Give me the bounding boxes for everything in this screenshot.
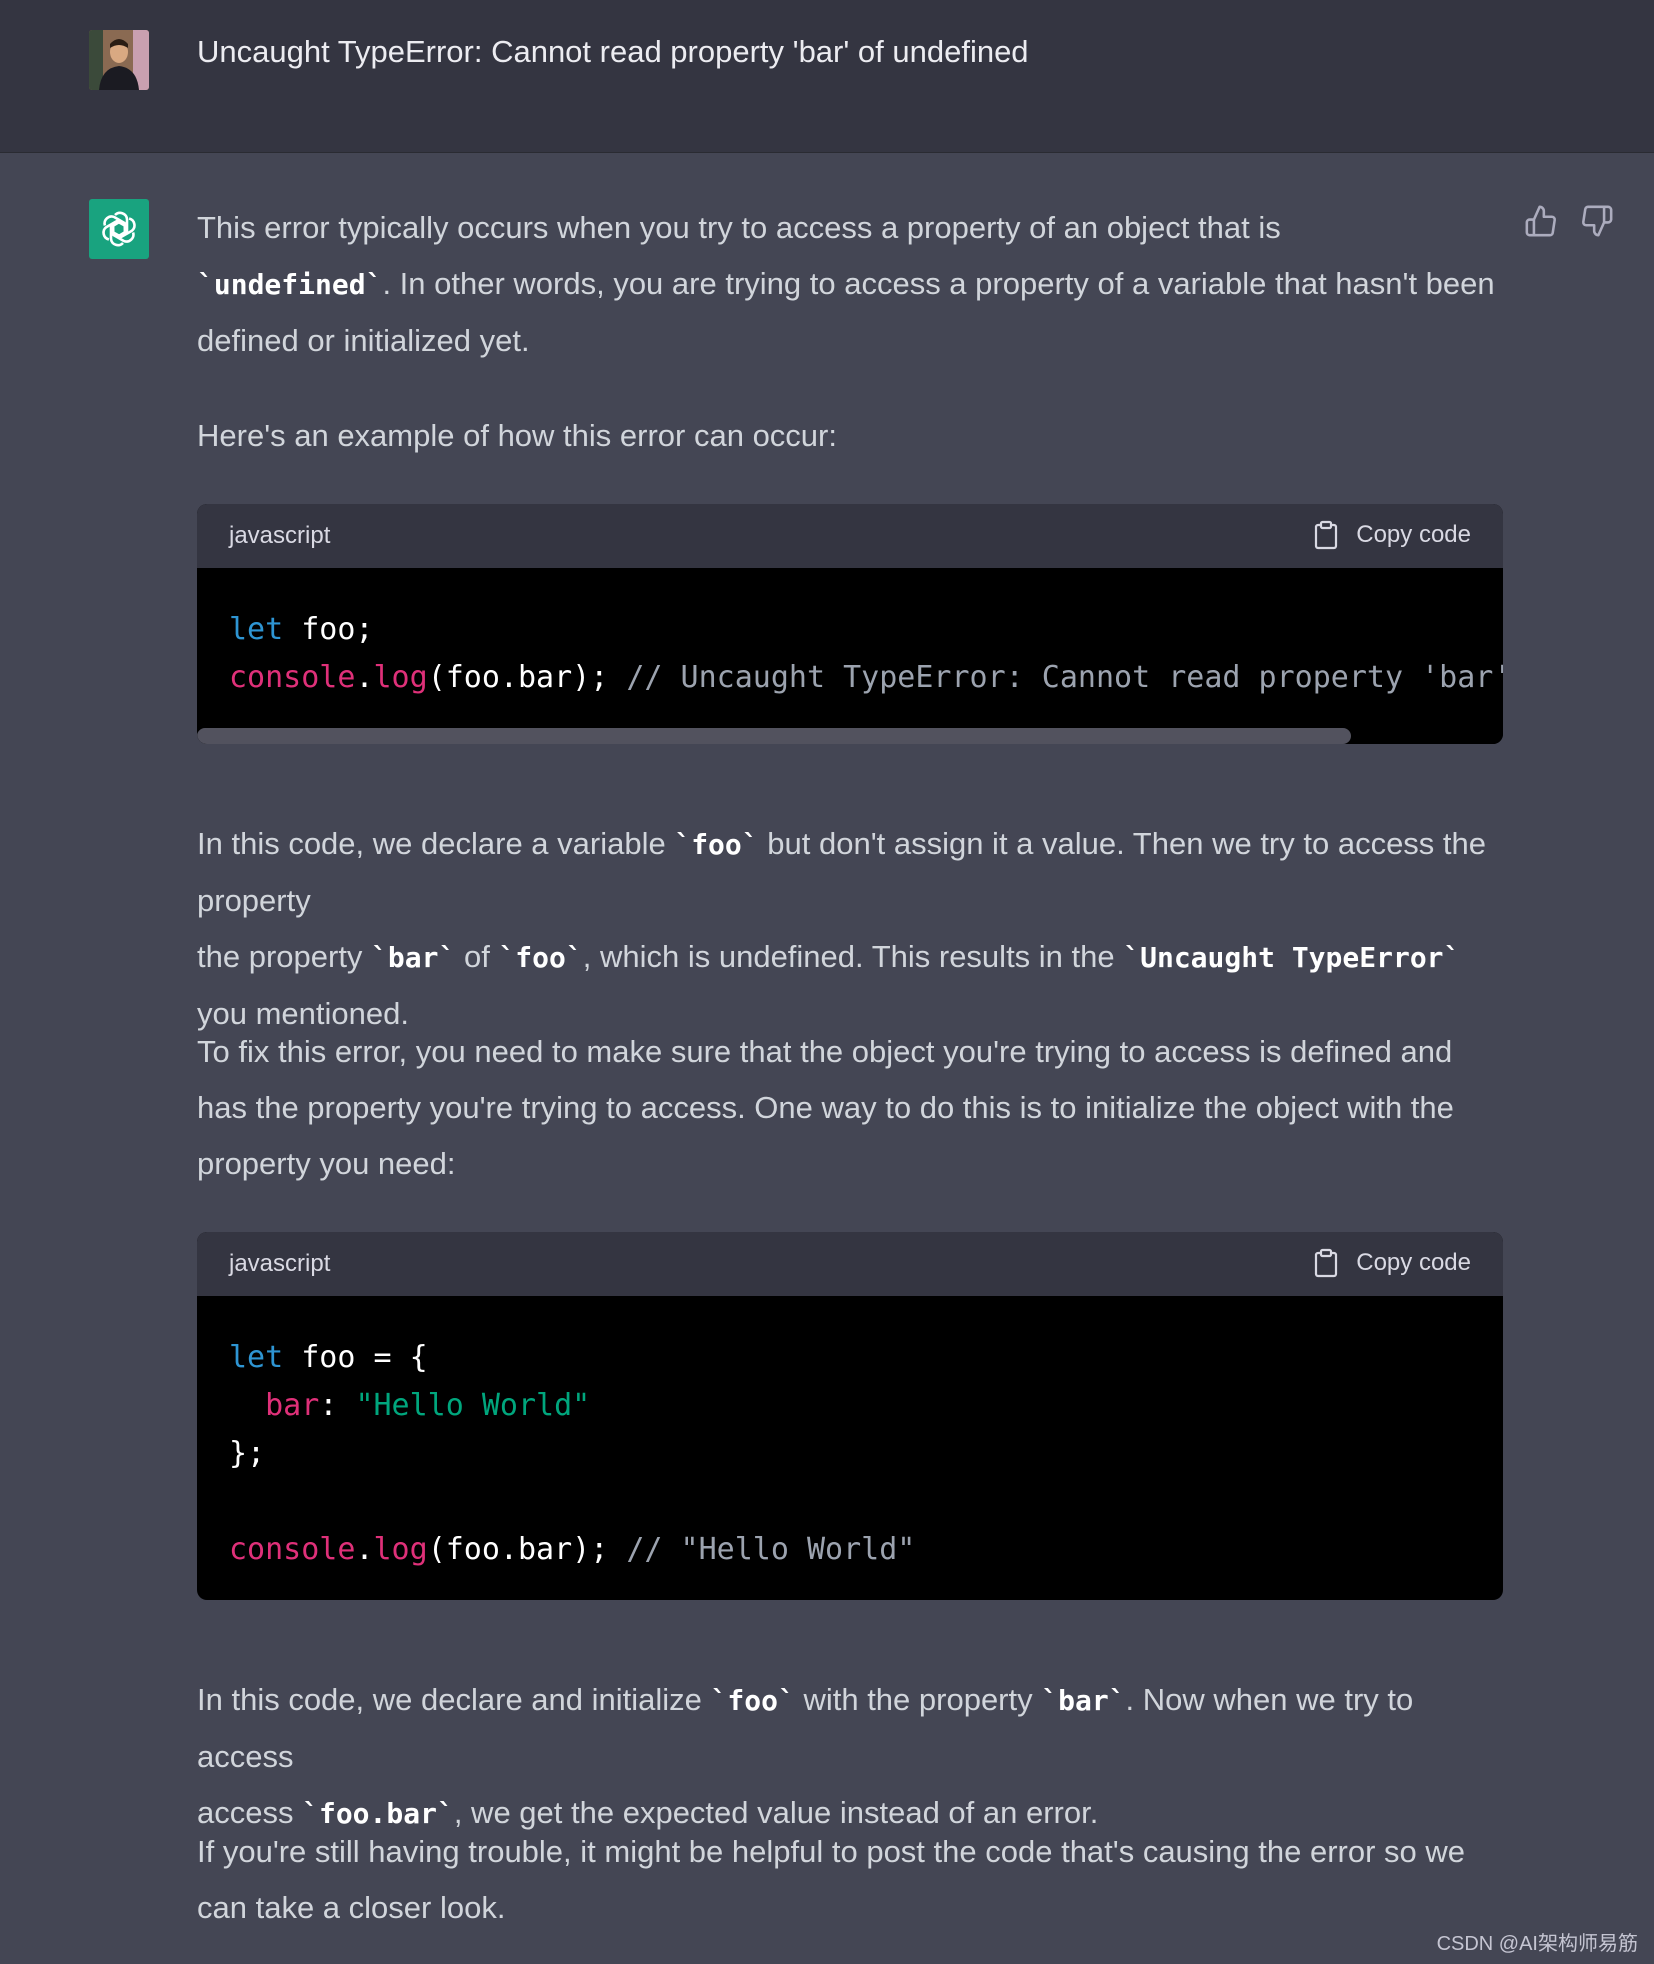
thumbs-up-icon[interactable]: [1524, 204, 1558, 243]
copy-code-label: Copy code: [1356, 521, 1471, 548]
clipboard-icon: [1315, 520, 1338, 550]
code-block-1: javascript Copy code let foo; console.lo…: [197, 504, 1503, 744]
code-block-header: javascript Copy code: [197, 504, 1503, 568]
user-avatar: [89, 30, 149, 90]
clipboard-icon: [1315, 1248, 1338, 1278]
horizontal-scrollbar[interactable]: [197, 728, 1503, 744]
code-language-label: javascript: [229, 522, 331, 549]
response-paragraph-6: If you're still having trouble, it might…: [197, 1834, 1466, 1925]
scrollbar-thumb[interactable]: [197, 728, 1351, 744]
copy-code-button[interactable]: Copy code: [1314, 1248, 1471, 1278]
response-paragraph-1: This error typically occurs when you try…: [197, 210, 1495, 358]
response-paragraph-5: In this code, we declare and initialize …: [197, 1682, 1414, 1830]
user-message-row: Uncaught TypeError: Cannot read property…: [0, 0, 1654, 153]
response-paragraph-4: To fix this error, you need to make sure…: [197, 1034, 1454, 1181]
thumbs-down-icon[interactable]: [1580, 204, 1614, 243]
watermark: CSDN @AI架构师易筋: [1436, 1933, 1638, 1955]
response-paragraph-3: In this code, we declare a variable `foo…: [197, 826, 1487, 1031]
code-content: let foo; console.log(foo.bar); // Uncaug…: [229, 612, 1503, 695]
chatgpt-logo-icon: [89, 199, 149, 259]
response-paragraph-2: Here's an example of how this error can …: [197, 418, 837, 453]
user-message-text: Uncaught TypeError: Cannot read property…: [197, 34, 1029, 69]
code-content: let foo = { bar: "Hello World" }; consol…: [229, 1340, 916, 1567]
copy-code-label: Copy code: [1356, 1249, 1471, 1276]
code-block-2: javascript Copy code let foo = { bar: "H…: [197, 1232, 1503, 1600]
code-language-label: javascript: [229, 1250, 331, 1277]
copy-code-button[interactable]: Copy code: [1314, 520, 1471, 550]
code-block-header: javascript Copy code: [197, 1232, 1503, 1296]
